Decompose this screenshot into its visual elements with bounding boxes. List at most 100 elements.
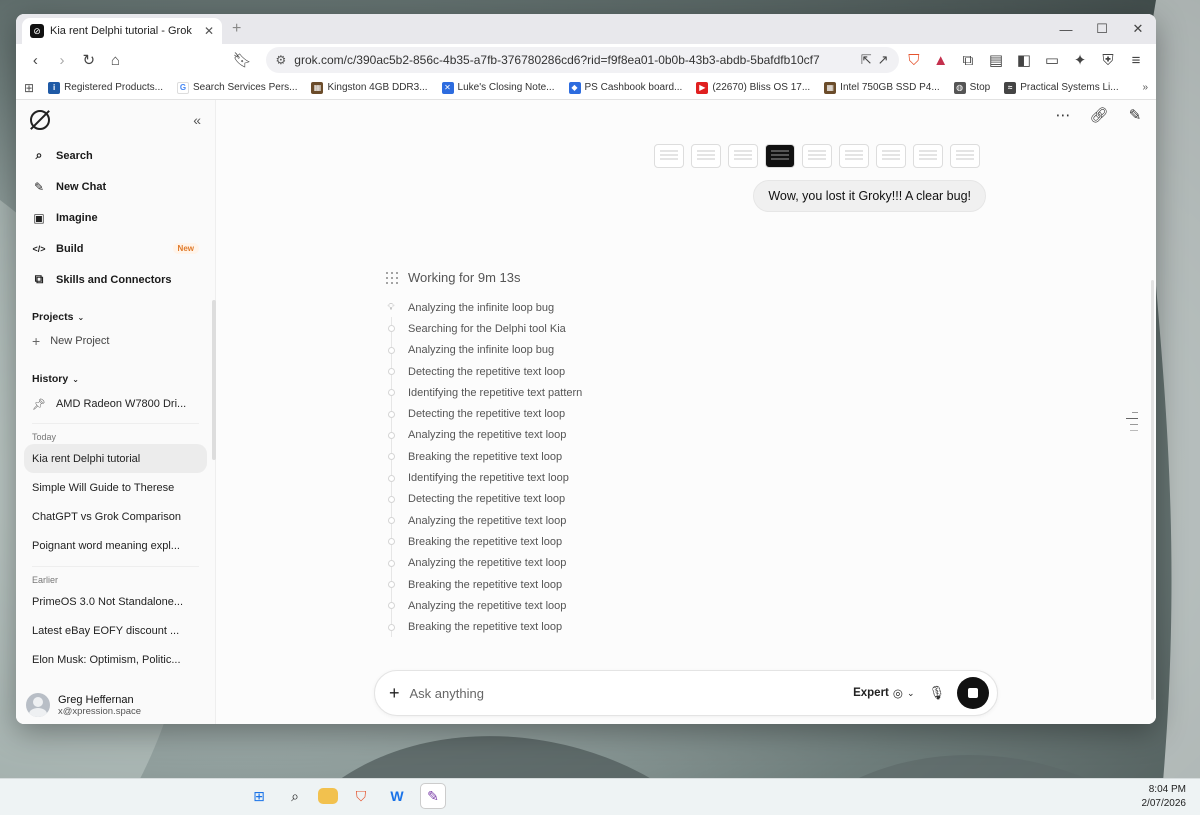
bookmark-item[interactable]: ▦ Kingston 4GB DDR3... — [311, 81, 428, 94]
edit-icon[interactable]: ✎ — [1124, 104, 1146, 126]
thinking-step[interactable]: Breaking the repetitive text loop — [386, 531, 582, 552]
attachment-thumbnail[interactable] — [950, 144, 980, 168]
user-profile[interactable]: Greg Heffernan x@xpression.space — [16, 686, 216, 724]
thinking-step[interactable]: Detecting the repetitive text loop — [386, 403, 582, 424]
puzzle-icon: ⧉ — [34, 272, 44, 286]
minimize-icon[interactable]: — — [1048, 14, 1084, 44]
thinking-step[interactable]: Analyzing the repetitive text loop — [386, 425, 582, 446]
attachment-thumbnail[interactable] — [765, 144, 795, 168]
history-item[interactable]: ChatGPT vs Grok Comparison — [16, 502, 215, 531]
reader-icon[interactable]: ▤ — [984, 48, 1008, 72]
sidebar-toggle-icon[interactable]: ◧ — [1012, 48, 1036, 72]
attachment-thumbnail[interactable] — [876, 144, 906, 168]
history-item-active[interactable]: Kia rent Delphi tutorial — [24, 444, 207, 473]
reload-icon[interactable]: ↻ — [77, 48, 100, 72]
conversation-minimap[interactable] — [1126, 412, 1138, 431]
thinking-step[interactable]: 💡︎ Analyzing the infinite loop bug — [386, 297, 582, 318]
history-item[interactable]: Latest eBay EOFY discount ... — [16, 616, 215, 645]
thinking-step[interactable]: Identifying the repetitive text loop — [386, 467, 582, 488]
history-item[interactable]: Simple Will Guide to Therese — [16, 473, 215, 502]
attachment-thumbnail[interactable] — [654, 144, 684, 168]
brave-browser-icon[interactable]: ⛉ — [348, 783, 374, 809]
microphone-icon[interactable]: 🎙︎ — [928, 685, 945, 701]
close-tab-icon[interactable]: ✕ — [204, 24, 214, 38]
bookmark-item[interactable]: i Registered Products... — [48, 81, 163, 94]
menu-icon[interactable]: ≡ — [1124, 48, 1148, 72]
brave-shield-icon[interactable]: ⛉ — [903, 48, 926, 72]
bookmark-icon[interactable]: 🔖︎ — [231, 48, 254, 72]
attachment-thumbnail[interactable] — [728, 144, 758, 168]
attachment-thumbnail[interactable] — [802, 144, 832, 168]
thinking-step[interactable]: Searching for the Delphi tool Kia — [386, 318, 582, 339]
windows-start-icon[interactable]: ⊞ — [246, 783, 272, 809]
bookmark-item[interactable]: ◍ Stop — [953, 81, 990, 94]
new-tab-icon[interactable]: + — [232, 20, 241, 38]
history-item[interactable]: PrimeOS 3.0 Not Standalone... — [16, 587, 215, 616]
bookmark-item[interactable]: ≈ Practical Systems Li... — [1004, 81, 1119, 94]
history-item[interactable]: Elon Musk: Optimism, Politic... — [16, 645, 215, 674]
attach-plus-icon[interactable]: + — [389, 683, 400, 704]
leo-ai-icon[interactable]: ✦ — [1068, 48, 1092, 72]
more-options-icon[interactable]: ⋯ — [1052, 104, 1074, 126]
new-project-button[interactable]: + New Project — [16, 329, 215, 353]
share-icon[interactable]: ↗ — [878, 52, 889, 68]
bookmark-item[interactable]: ▶ (22670) Bliss OS 17... — [696, 81, 810, 94]
grok-logo-icon[interactable] — [30, 110, 50, 130]
thinking-step[interactable]: Analyzing the infinite loop bug — [386, 340, 582, 361]
wallet-icon[interactable]: ▭ — [1040, 48, 1064, 72]
model-selector[interactable]: Expert ◎ ⌄ — [853, 686, 914, 700]
thinking-step[interactable]: Breaking the repetitive text loop — [386, 616, 582, 637]
working-status[interactable]: Working for 9m 13s — [386, 270, 520, 285]
thinking-step[interactable]: Analyzing the repetitive text loop — [386, 553, 582, 574]
close-window-icon[interactable]: ✕ — [1120, 14, 1156, 44]
stop-button[interactable] — [957, 677, 989, 709]
nav-search[interactable]: ⌕ Search — [16, 140, 215, 171]
nav-new-chat[interactable]: ✎ New Chat — [16, 171, 215, 202]
bookmark-item[interactable]: ◆ PS Cashbook board... — [568, 81, 682, 94]
thinking-step[interactable]: Breaking the repetitive text loop — [386, 446, 582, 467]
attachment-thumbnail[interactable] — [913, 144, 943, 168]
brave-rewards-icon[interactable]: ▲ — [929, 48, 952, 72]
thinking-step[interactable]: Detecting the repetitive text loop — [386, 489, 582, 510]
attachment-thumbnail[interactable] — [691, 144, 721, 168]
projects-header[interactable]: Projects ⌄ — [16, 305, 215, 329]
thinking-step[interactable]: Detecting the repetitive text loop — [386, 361, 582, 382]
attachment-thumbnail[interactable] — [839, 144, 869, 168]
history-header[interactable]: History ⌄ — [16, 367, 215, 391]
nav-skills-connectors[interactable]: ⧉ Skills and Connectors — [16, 264, 215, 295]
pinned-chat[interactable]: 📌︎ AMD Radeon W7800 Dri... — [16, 391, 215, 417]
extensions-icon[interactable]: ⧉ — [956, 48, 980, 72]
thinking-step[interactable]: Analyzing the repetitive text loop — [386, 510, 582, 531]
bookmark-item[interactable]: ▦ Intel 750GB SSD P4... — [824, 81, 940, 94]
bookmark-label: Practical Systems Li... — [1020, 82, 1119, 93]
word-app-icon[interactable]: W — [384, 783, 410, 809]
vpn-icon[interactable]: ⛨ — [1096, 48, 1120, 72]
browser-tab[interactable]: ⊘ Kia rent Delphi tutorial - Grok ✕ — [22, 18, 222, 44]
apps-grid-icon[interactable]: ⊞ — [24, 81, 34, 95]
bookmark-item[interactable]: ✕ Luke's Closing Note... — [441, 81, 555, 94]
thinking-step[interactable]: Identifying the repetitive text pattern — [386, 382, 582, 403]
file-explorer-icon[interactable] — [318, 788, 338, 804]
back-icon[interactable]: ‹ — [24, 48, 47, 72]
nav-build[interactable]: </> Build New — [16, 233, 215, 264]
paint-app-icon[interactable]: ✎ — [420, 783, 446, 809]
chat-scrollbar[interactable] — [1151, 280, 1154, 700]
url-text[interactable]: grok.com/c/390ac5b2-856c-4b35-a7fb-37678… — [294, 53, 852, 67]
link-icon[interactable]: 🔗︎ — [1088, 104, 1110, 126]
more-bookmarks-icon[interactable]: » — [1142, 82, 1148, 93]
bookmark-item[interactable]: G Search Services Pers... — [177, 81, 297, 94]
thinking-step[interactable]: Analyzing the repetitive text loop — [386, 595, 582, 616]
collapse-sidebar-icon[interactable]: « — [193, 112, 201, 128]
forward-icon[interactable]: › — [51, 48, 74, 72]
maximize-icon[interactable]: ☐ — [1084, 14, 1120, 44]
ask-input[interactable]: Ask anything — [410, 686, 854, 701]
home-icon[interactable]: ⌂ — [104, 48, 127, 72]
search-icon[interactable]: ⌕ — [282, 783, 308, 809]
history-item[interactable]: Poignant word meaning expl... — [16, 531, 215, 560]
system-clock[interactable]: 8:04 PM 2/07/2026 — [1142, 783, 1187, 811]
open-app-icon[interactable]: ⇱ — [861, 52, 872, 68]
address-bar[interactable]: ⚙ grok.com/c/390ac5b2-856c-4b35-a7fb-376… — [265, 47, 899, 73]
nav-imagine[interactable]: ▣ Imagine — [16, 202, 215, 233]
thinking-step[interactable]: Breaking the repetitive text loop — [386, 574, 582, 595]
site-settings-icon[interactable]: ⚙ — [276, 53, 287, 67]
